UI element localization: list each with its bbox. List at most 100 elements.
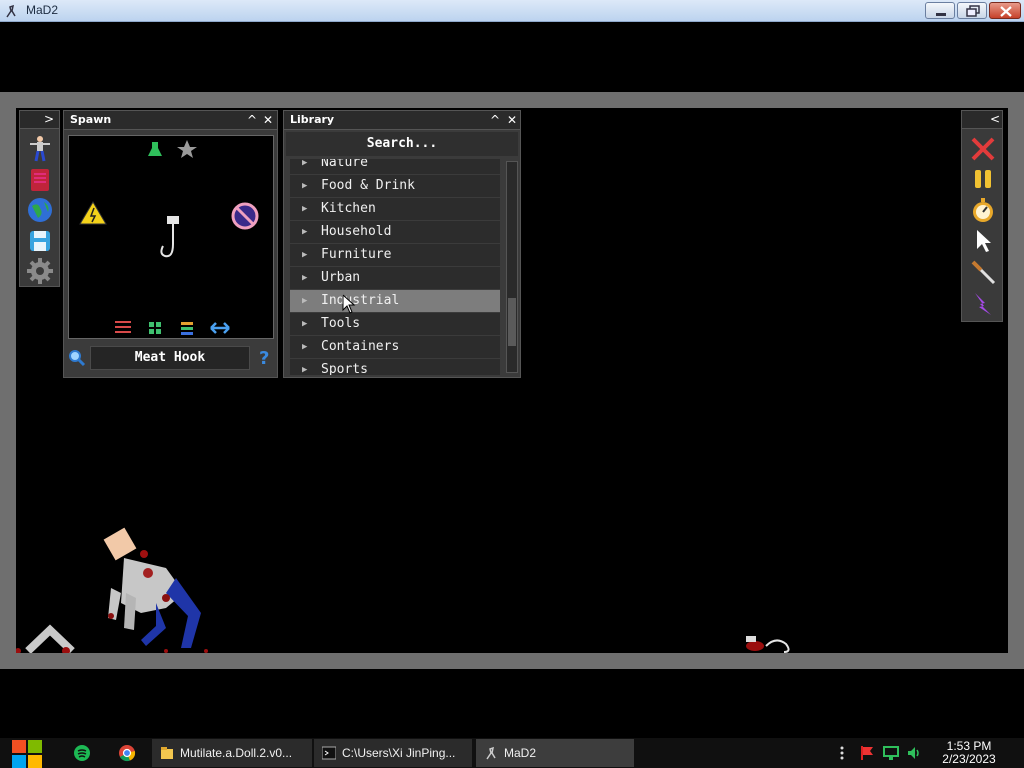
library-search-input[interactable]: Search...	[286, 132, 518, 156]
collapse-chevron-icon[interactable]: ^	[487, 112, 503, 128]
cursor-icon[interactable]	[969, 227, 997, 255]
warning-icon[interactable]	[79, 201, 107, 225]
expand-arrow-icon: ▶	[302, 181, 308, 191]
category-item[interactable]: ▶ Furniture	[290, 244, 500, 266]
ragdoll-icon[interactable]	[26, 134, 54, 162]
spawn-preview[interactable]	[68, 135, 274, 339]
category-item[interactable]: ▶ Household	[290, 221, 500, 243]
grid-view-icon[interactable]	[149, 322, 161, 334]
knife-icon[interactable]	[969, 258, 997, 286]
expand-arrow-icon: ▶	[302, 227, 308, 237]
list-view-icon[interactable]	[181, 322, 193, 335]
window-title: MaD2	[26, 3, 59, 17]
selected-item-name: Meat Hook	[90, 346, 250, 370]
right-toolbar: <	[961, 110, 1003, 322]
sliders-icon[interactable]	[115, 321, 131, 333]
window-titlebar: MaD2	[0, 0, 1024, 22]
collapse-chevron-icon[interactable]: <	[990, 112, 1000, 126]
category-label: Urban	[321, 270, 361, 285]
library-panel-header: Library ^ ✕	[284, 111, 520, 130]
expand-chevron-icon[interactable]: >	[44, 112, 54, 126]
left-toolbar: >	[19, 110, 60, 287]
taskbar-item-mad2[interactable]: MaD2	[476, 739, 634, 767]
globe-icon[interactable]	[26, 196, 54, 224]
overflow-menu-icon[interactable]	[834, 745, 850, 761]
lightning-icon[interactable]	[969, 289, 997, 317]
meat-hook-preview-icon[interactable]	[160, 216, 179, 258]
scrollbar-thumb[interactable]	[508, 298, 516, 346]
taskbar: Mutilate.a.Doll.2.v0... C:\Users\Xi JinP…	[0, 738, 1024, 768]
category-label: Nature	[321, 159, 368, 170]
app-icon	[6, 4, 16, 18]
volume-icon[interactable]	[906, 745, 922, 761]
spawn-preview-graphics	[79, 140, 259, 335]
minimize-icon	[936, 13, 946, 16]
expand-arrow-icon: ▶	[302, 296, 308, 306]
category-label: Food & Drink	[321, 178, 415, 193]
pause-icon[interactable]	[969, 165, 997, 193]
taskbar-item-console[interactable]: C:\Users\Xi JinPing...	[314, 739, 472, 767]
category-label: Kitchen	[321, 201, 376, 216]
taskbar-item-folder[interactable]: Mutilate.a.Doll.2.v0...	[152, 739, 312, 767]
network-icon[interactable]	[883, 745, 899, 761]
taskbar-item-label: MaD2	[504, 746, 537, 760]
help-icon[interactable]: ?	[257, 347, 273, 367]
category-item[interactable]: ▶ Kitchen	[290, 198, 500, 220]
book-icon[interactable]	[26, 166, 54, 194]
windows-start-icon[interactable]	[10, 740, 44, 768]
flag-icon[interactable]	[859, 745, 875, 761]
stopwatch-icon[interactable]	[969, 196, 997, 224]
spawn-footer: Meat Hook ?	[64, 343, 277, 373]
taskbar-item-label: C:\Users\Xi JinPing...	[342, 746, 456, 760]
star-icon[interactable]	[177, 140, 197, 158]
minimize-button[interactable]	[925, 2, 955, 19]
save-icon[interactable]	[26, 227, 54, 255]
library-panel: Library ^ ✕ Search... ▶ Nature ▶ Food & …	[283, 110, 521, 378]
category-item[interactable]: ▶ Urban	[290, 267, 500, 289]
clear-x-icon[interactable]	[969, 135, 997, 163]
settings-gear-icon[interactable]	[26, 257, 54, 285]
close-spawn-icon[interactable]: ✕	[260, 112, 276, 128]
spawn-panel-header: Spawn ^ ✕	[64, 111, 277, 130]
left-toolbar-header: >	[20, 111, 59, 129]
expand-arrow-icon: ▶	[302, 319, 308, 329]
svg-text:?: ?	[259, 348, 269, 367]
category-label: Industrial	[321, 293, 400, 308]
category-label: Household	[321, 224, 392, 239]
category-label: Sports	[321, 362, 368, 375]
category-item[interactable]: ▶ Nature	[290, 159, 500, 174]
spotify-like-icon[interactable]	[72, 743, 92, 763]
expand-arrow-icon: ▶	[302, 342, 308, 352]
close-library-icon[interactable]: ✕	[504, 112, 520, 128]
expand-arrow-icon: ▶	[302, 365, 308, 375]
category-item[interactable]: ▶ Sports	[290, 359, 500, 375]
category-item[interactable]: ▶ Tools	[290, 313, 500, 335]
expand-arrow-icon: ▶	[302, 250, 308, 260]
chrome-icon[interactable]	[117, 743, 137, 763]
expand-arrow-icon: ▶	[302, 273, 308, 283]
category-label: Tools	[321, 316, 361, 331]
mouse-cursor-icon	[342, 294, 356, 314]
flask-icon[interactable]	[148, 142, 162, 156]
ragdoll[interactable]	[103, 527, 201, 648]
category-list: ▶ Nature ▶ Food & Drink ▶ Kitchen ▶ Hous…	[290, 159, 502, 375]
taskbar-item-label: Mutilate.a.Doll.2.v0...	[180, 746, 293, 760]
library-panel-title: Library	[290, 113, 335, 126]
category-item[interactable]: ▶ Containers	[290, 336, 500, 358]
search-icon[interactable]	[68, 349, 86, 367]
meat-hook-object[interactable]	[746, 636, 790, 653]
swap-arrows-icon[interactable]	[210, 322, 230, 334]
restore-icon	[966, 5, 980, 17]
expand-arrow-icon: ▶	[302, 204, 308, 214]
close-window-button[interactable]	[989, 2, 1021, 19]
library-scrollbar[interactable]	[506, 161, 518, 373]
collapse-chevron-icon[interactable]: ^	[244, 112, 260, 128]
folder-icon	[161, 747, 173, 759]
mad2-app-icon	[486, 746, 496, 760]
restore-button[interactable]	[957, 2, 987, 19]
system-clock[interactable]: 1:53 PM 2/23/2023	[936, 740, 1002, 766]
category-item[interactable]: ▶ Food & Drink	[290, 175, 500, 197]
no-symbol-icon[interactable]	[231, 202, 259, 230]
spawn-panel-title: Spawn	[70, 113, 112, 126]
category-item-selected[interactable]: ▶ Industrial	[290, 290, 500, 312]
